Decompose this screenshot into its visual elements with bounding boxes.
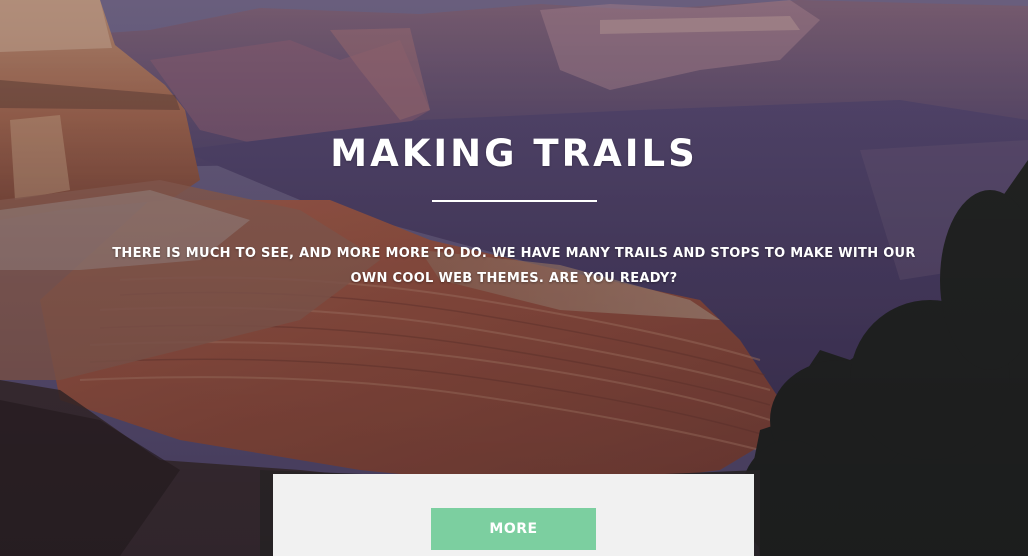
content-panel: MORE: [273, 474, 754, 556]
hero-tagline: THERE IS MUCH TO SEE, AND MORE MORE TO D…: [112, 246, 916, 286]
more-button[interactable]: MORE: [431, 508, 596, 550]
title-divider: [432, 200, 597, 202]
hero-section: MAKING TRAILS THERE IS MUCH TO SEE, AND …: [0, 0, 1028, 556]
hero-title: MAKING TRAILS: [330, 132, 698, 175]
